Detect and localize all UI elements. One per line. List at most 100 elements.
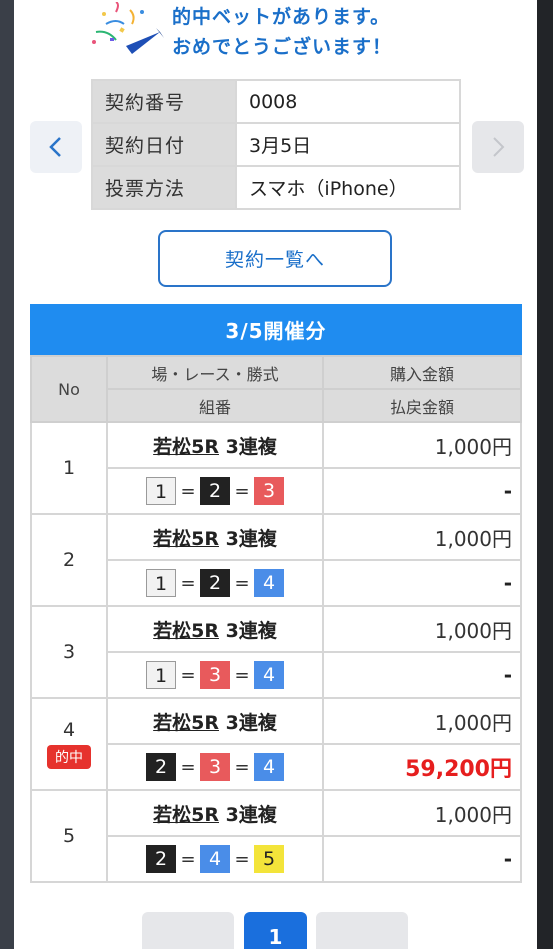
bet-row: 4 的中 若松5R 3連複 1,000円 bbox=[30, 697, 522, 791]
pager-current-page[interactable]: 1 bbox=[244, 912, 307, 949]
boat-number: 2 bbox=[200, 477, 230, 505]
bet-row: 5 若松5R 3連複 1,000円 bbox=[30, 789, 522, 883]
purchase-amount: 1,000円 bbox=[322, 513, 522, 561]
header-no: No bbox=[30, 355, 108, 423]
combo-cell: 1 = 2 = 3 bbox=[106, 467, 324, 515]
bet-no: 4 bbox=[62, 719, 76, 741]
boat-number: 4 bbox=[200, 845, 230, 873]
equals-sign: = bbox=[234, 572, 250, 594]
combo-cell: 2 = 4 = 5 bbox=[106, 835, 324, 883]
bet-type: 3連複 bbox=[225, 803, 277, 826]
boat-number: 3 bbox=[200, 661, 230, 689]
boat-number: 2 bbox=[200, 569, 230, 597]
bet-type: 3連複 bbox=[225, 619, 277, 642]
contract-row: 投票方法 スマホ（iPhone） bbox=[91, 165, 461, 210]
chevron-right-icon bbox=[493, 137, 505, 157]
boat-number: 4 bbox=[254, 753, 284, 781]
pager-prev-button[interactable] bbox=[142, 912, 234, 949]
boat-number: 5 bbox=[254, 845, 284, 873]
payout-cell: - bbox=[322, 559, 522, 607]
payout-cell: - bbox=[322, 467, 522, 515]
bet-no-cell: 3 bbox=[30, 605, 108, 699]
bet-no-cell: 1 bbox=[30, 421, 108, 515]
equals-sign: = bbox=[180, 848, 196, 870]
equals-sign: = bbox=[180, 572, 196, 594]
race-cell: 若松5R 3連複 bbox=[106, 697, 324, 745]
header-purchase: 購入金額 bbox=[322, 355, 522, 390]
contract-number-label: 契約番号 bbox=[91, 79, 237, 124]
header-bet: 場・レース・勝式 bbox=[106, 355, 324, 390]
contract-number-value: 0008 bbox=[235, 79, 461, 124]
contract-list-button[interactable]: 契約一覧へ bbox=[158, 230, 392, 287]
contract-row: 契約番号 0008 bbox=[91, 79, 461, 124]
payout-cell: - bbox=[322, 651, 522, 699]
purchase-amount: 1,000円 bbox=[322, 697, 522, 745]
payout-amount: 59,200円 bbox=[405, 757, 512, 782]
combo-cell: 2 = 3 = 4 bbox=[106, 743, 324, 791]
combo-cell: 1 = 3 = 4 bbox=[106, 651, 324, 699]
boat-number: 3 bbox=[254, 477, 284, 505]
bet-no: 5 bbox=[62, 825, 76, 847]
boat-number: 1 bbox=[146, 661, 176, 689]
bet-no-cell: 4 的中 bbox=[30, 697, 108, 791]
header-combo: 組番 bbox=[106, 388, 324, 423]
race-cell: 若松5R 3連複 bbox=[106, 605, 324, 653]
contract-date-value: 3月5日 bbox=[235, 122, 461, 167]
bet-type: 3連複 bbox=[225, 527, 277, 550]
bet-no: 2 bbox=[62, 549, 76, 571]
combo: 1 = 2 = 4 bbox=[108, 561, 322, 605]
results-title-bar: 3/5開催分 bbox=[30, 304, 522, 355]
vote-method-label: 投票方法 bbox=[91, 165, 237, 210]
race-cell: 若松5R 3連複 bbox=[106, 421, 324, 469]
purchase-amount: 1,000円 bbox=[322, 605, 522, 653]
combo: 2 = 4 = 5 bbox=[108, 837, 322, 881]
combo: 2 = 3 = 4 bbox=[108, 745, 322, 789]
boat-number: 1 bbox=[146, 477, 176, 505]
race-link[interactable]: 若松5R bbox=[153, 620, 219, 642]
contract-info-table: 契約番号 0008 契約日付 3月5日 投票方法 スマホ（iPhone） bbox=[91, 79, 461, 210]
equals-sign: = bbox=[234, 848, 250, 870]
boat-number: 3 bbox=[200, 753, 230, 781]
party-popper-icon bbox=[92, 2, 164, 54]
purchase-amount: 1,000円 bbox=[322, 789, 522, 837]
payout-cell: - bbox=[322, 835, 522, 883]
bet-type: 3連複 bbox=[225, 435, 277, 458]
race-cell: 若松5R 3連複 bbox=[106, 789, 324, 837]
combo: 1 = 3 = 4 bbox=[108, 653, 322, 697]
equals-sign: = bbox=[234, 480, 250, 502]
next-contract-button[interactable] bbox=[472, 121, 524, 173]
race-link[interactable]: 若松5R bbox=[153, 804, 219, 826]
payout-cell: 59,200円 bbox=[322, 743, 522, 791]
hit-badge: 的中 bbox=[47, 745, 91, 769]
bet-no-cell: 5 bbox=[30, 789, 108, 883]
congrats-line-2: おめでとうございます！ bbox=[172, 36, 393, 58]
equals-sign: = bbox=[180, 756, 196, 778]
backdrop-right bbox=[537, 0, 553, 949]
pager-next-button[interactable] bbox=[316, 912, 408, 949]
payout-amount: - bbox=[503, 479, 512, 503]
race-link[interactable]: 若松5R bbox=[153, 712, 219, 734]
boat-number: 2 bbox=[146, 845, 176, 873]
race-link[interactable]: 若松5R bbox=[153, 436, 219, 458]
contract-date-label: 契約日付 bbox=[91, 122, 237, 167]
congrats-header: 的中ベットがあります。 おめでとうございます！ bbox=[86, 0, 426, 70]
bet-no-cell: 2 bbox=[30, 513, 108, 607]
bet-no: 1 bbox=[62, 457, 76, 479]
contract-row: 契約日付 3月5日 bbox=[91, 122, 461, 167]
race-cell: 若松5R 3連複 bbox=[106, 513, 324, 561]
equals-sign: = bbox=[180, 664, 196, 686]
payout-amount: - bbox=[503, 847, 512, 871]
payout-amount: - bbox=[503, 663, 512, 687]
vote-method-value: スマホ（iPhone） bbox=[235, 165, 461, 210]
equals-sign: = bbox=[234, 664, 250, 686]
boat-number: 4 bbox=[254, 661, 284, 689]
chevron-left-icon bbox=[49, 137, 61, 157]
bet-results-table: No 場・レース・勝式 購入金額 組番 払戻金額 1 若松5R 3連複 1,000円… bbox=[30, 355, 522, 883]
boat-number: 4 bbox=[254, 569, 284, 597]
prev-contract-button[interactable] bbox=[30, 121, 82, 173]
bet-row: 1 若松5R 3連複 1,000円 bbox=[30, 421, 522, 515]
equals-sign: = bbox=[234, 756, 250, 778]
bet-row: 2 若松5R 3連複 1,000円 bbox=[30, 513, 522, 607]
race-link[interactable]: 若松5R bbox=[153, 528, 219, 550]
header-row: No 場・レース・勝式 購入金額 bbox=[30, 355, 522, 423]
